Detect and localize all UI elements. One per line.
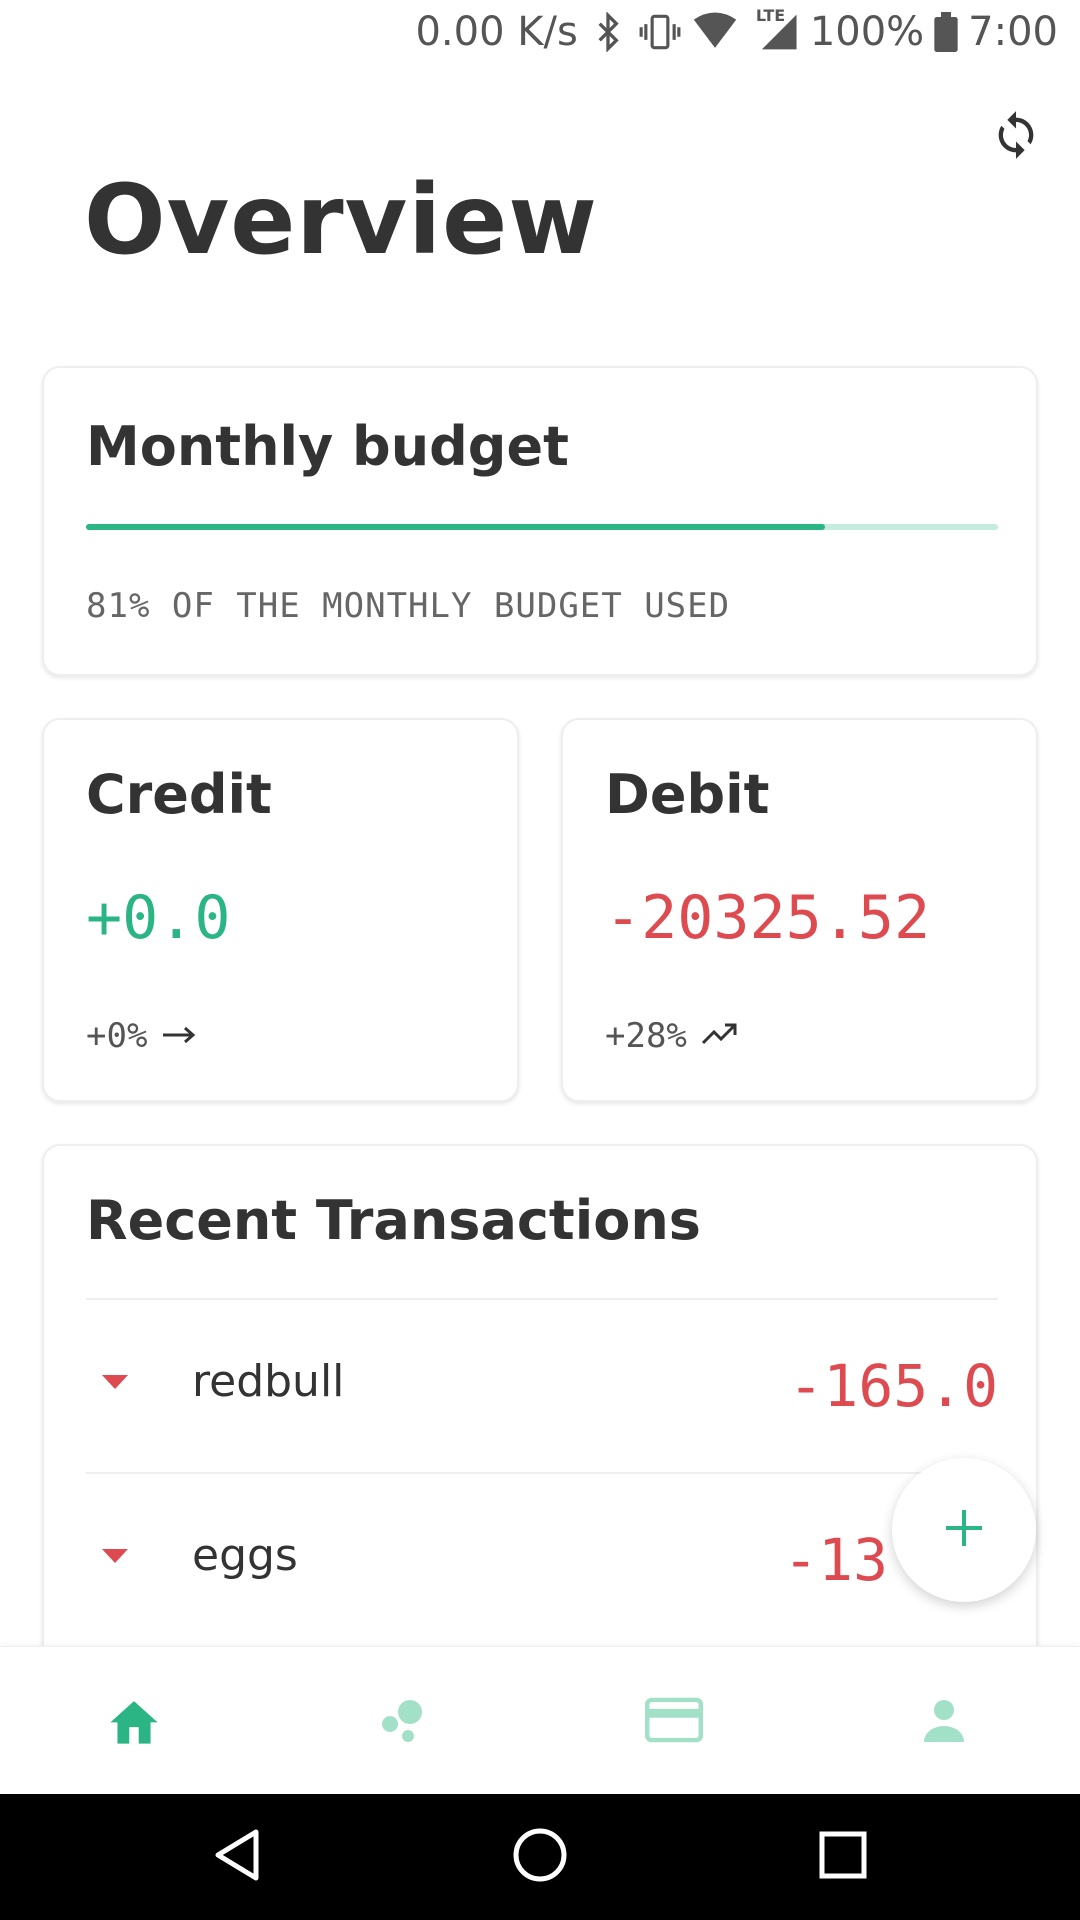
bottom-navigation	[0, 1646, 1080, 1794]
transaction-name: eggs	[192, 1530, 298, 1581]
wifi-icon	[692, 12, 738, 52]
budget-title: Monthly budget	[86, 415, 569, 478]
recent-transactions-card: Recent Transactions redbull -165.0 eggs …	[42, 1144, 1038, 1704]
home-icon	[105, 1694, 163, 1750]
credit-title: Credit	[86, 763, 272, 826]
credit-change: +0%	[86, 1016, 197, 1056]
signal-icon: LTE	[748, 6, 800, 54]
arrow-right-icon	[161, 1016, 197, 1056]
transaction-row[interactable]: redbull -165.0	[86, 1300, 998, 1472]
status-bar: 0.00 K/s LTE 100% 7:00	[0, 0, 1080, 64]
status-icons: 0.00 K/s LTE 100% 7:00	[415, 6, 1058, 56]
refresh-button[interactable]	[990, 106, 1042, 164]
card-icon	[645, 1697, 703, 1747]
network-type: LTE	[755, 6, 786, 25]
monthly-budget-card: Monthly budget 81% OF THE MONTHLY BUDGET…	[42, 366, 1038, 676]
arrow-down-icon	[100, 1372, 130, 1392]
nav-profile[interactable]	[899, 1677, 989, 1767]
vibrate-icon	[638, 12, 682, 52]
nav-insights[interactable]	[359, 1677, 449, 1767]
page-title: Overview	[84, 164, 598, 276]
debit-amount: -20325.52	[605, 883, 931, 953]
debit-change: +28%	[605, 1016, 739, 1056]
clock: 7:00	[968, 9, 1058, 55]
debit-change-value: +28%	[605, 1016, 687, 1056]
person-icon	[920, 1696, 968, 1748]
nav-accounts[interactable]	[629, 1677, 719, 1767]
transactions-title: Recent Transactions	[86, 1189, 701, 1252]
trending-up-icon	[701, 1016, 739, 1056]
battery-icon	[934, 12, 958, 52]
network-speed: 0.00 K/s	[415, 9, 578, 55]
system-navigation-bar	[0, 1794, 1080, 1920]
credit-amount: +0.0	[86, 883, 231, 953]
add-transaction-button[interactable]	[892, 1458, 1036, 1602]
credit-change-value: +0%	[86, 1016, 148, 1056]
bubbles-icon	[379, 1696, 429, 1748]
transaction-row[interactable]: eggs -13	[86, 1474, 998, 1646]
nav-home[interactable]	[89, 1677, 179, 1767]
back-icon	[212, 1828, 262, 1886]
budget-progress-fill	[86, 524, 825, 530]
credit-card[interactable]: Credit +0.0 +0%	[42, 718, 519, 1102]
refresh-icon	[990, 111, 1042, 168]
debit-card[interactable]: Debit -20325.52 +28%	[561, 718, 1038, 1102]
plus-icon	[942, 1506, 986, 1554]
debit-title: Debit	[605, 763, 770, 826]
transaction-name: redbull	[192, 1356, 345, 1407]
system-home-button[interactable]	[507, 1824, 573, 1890]
recents-icon	[818, 1830, 868, 1884]
arrow-down-icon	[100, 1546, 130, 1566]
bluetooth-icon	[588, 12, 628, 52]
transaction-amount: -13	[783, 1526, 888, 1594]
home-circle-icon	[512, 1827, 568, 1887]
budget-progress-bar	[86, 524, 998, 530]
battery-level: 100%	[809, 9, 925, 55]
transaction-amount: -165.0	[788, 1352, 998, 1420]
system-back-button[interactable]	[204, 1824, 270, 1890]
system-recents-button[interactable]	[810, 1824, 876, 1890]
budget-caption: 81% OF THE MONTHLY BUDGET USED	[86, 586, 731, 626]
